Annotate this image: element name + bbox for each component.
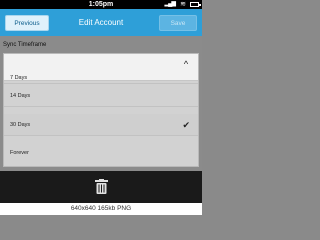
image-caption: 640x640 165kb PNG	[0, 203, 202, 215]
option-label: Forever	[10, 150, 29, 156]
title-bar: Previous Edit Account Save	[0, 9, 202, 36]
trash-icon[interactable]	[95, 179, 108, 194]
status-bar: ▂▄▆ ≋ 1:05pm	[0, 0, 202, 9]
option-label: 30 Days	[10, 122, 31, 128]
save-button[interactable]: Save	[159, 15, 197, 31]
checkmark-icon: ✔	[182, 120, 190, 130]
sync-timeframe-label: Sync Timeframe	[3, 42, 47, 48]
option-forever[interactable]: Forever	[4, 142, 198, 164]
action-bar	[0, 171, 202, 203]
battery-icon	[190, 2, 201, 7]
option-30-days[interactable]: 30 Days ✔	[4, 114, 198, 136]
chevron-up-icon[interactable]: ^	[181, 59, 191, 69]
option-label: 14 Days	[10, 93, 31, 99]
status-time: 1:05pm	[88, 1, 114, 8]
option-14-days[interactable]: 14 Days	[4, 85, 198, 107]
sync-timeframe-dropdown[interactable]: ^ 7 Days 14 Days 30 Days ✔ Forever	[3, 53, 199, 167]
option-7-days[interactable]: 7 Days	[4, 74, 198, 84]
option-label: 7 Days	[10, 75, 28, 81]
